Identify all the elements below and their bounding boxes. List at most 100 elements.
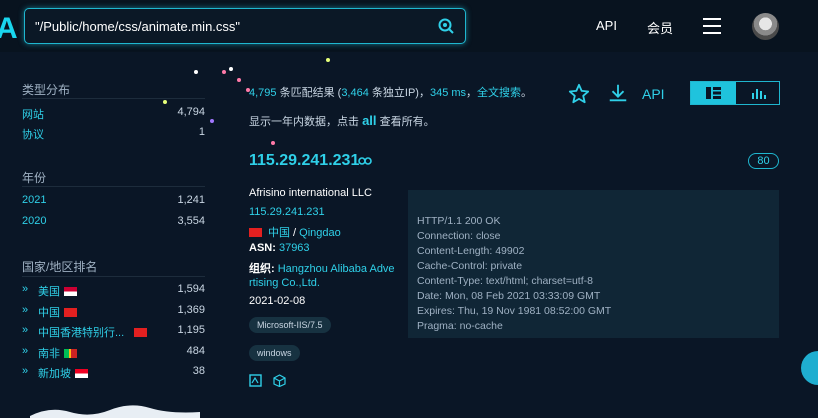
chevron-right-icon: » <box>22 365 29 377</box>
asn-link[interactable]: 37963 <box>279 242 310 254</box>
note-text: 显示一年内数据，点击 <box>249 116 363 128</box>
http-banner: HTTP/1.1 200 OK Connection: close Conten… <box>408 190 779 338</box>
fulltext-search-link[interactable]: 全文搜索 <box>477 87 521 99</box>
country-ranking-title: 国家/地区排名 <box>22 260 98 274</box>
chevron-right-icon: » <box>22 324 29 336</box>
result-ip[interactable]: 115.29.241.231 <box>249 152 359 170</box>
list-icon <box>706 87 721 99</box>
sidebar-item-sg[interactable]: » 新加坡 38 <box>22 365 205 381</box>
note-text: 查看所有。 <box>376 116 435 128</box>
chart-view-button[interactable] <box>736 82 780 104</box>
org-info: 组织: Hangzhou Alibaba Adve <box>249 260 395 276</box>
sidebar-item-count: 1,369 <box>177 304 205 316</box>
hk-flag-icon <box>134 328 148 337</box>
particle <box>222 70 226 74</box>
sidebar-item-protocol[interactable]: 协议 1 <box>22 126 205 142</box>
banner-line: Date: Mon, 08 Feb 2021 03:33:09 GMT <box>417 290 601 302</box>
location-separator: / <box>290 227 300 239</box>
sg-flag-icon <box>75 369 88 378</box>
summary-text: ， <box>466 87 478 99</box>
search-input[interactable]: "/Public/home/css/animate.min.css" <box>35 19 240 34</box>
year-title: 年份 <box>22 171 47 185</box>
ip-link[interactable]: 115.29.241.231 <box>249 206 325 218</box>
sidebar-item-label: 南非 <box>38 348 60 360</box>
chevron-right-icon: » <box>22 345 29 357</box>
summary-text: 。 <box>521 87 533 99</box>
search-icon[interactable] <box>437 17 455 35</box>
search-box[interactable]: "/Public/home/css/animate.min.css" <box>24 8 466 44</box>
divider <box>22 276 205 277</box>
chevron-right-icon: » <box>22 283 29 295</box>
nav-api[interactable]: API <box>596 18 617 33</box>
result-count: 4,795 <box>249 87 277 99</box>
sidebar-item-za[interactable]: » 南非 484 <box>22 345 205 361</box>
banner-line: Expires: Thu, 19 Nov 1981 08:52:00 GMT <box>417 305 612 317</box>
type-distribution-title: 类型分布 <box>22 83 71 97</box>
result-summary: 4,795 条匹配结果 (3,464 条独立IP)，345 ms，全文搜索。 <box>249 84 532 100</box>
country-link[interactable]: 中国 <box>268 227 290 239</box>
sidebar-item-count: 1 <box>198 126 205 138</box>
sidebar-item-2021[interactable]: 2021 1,241 <box>22 194 205 210</box>
city-link[interactable]: Qingdao <box>299 227 341 239</box>
nav-member[interactable]: 会员 <box>647 18 673 37</box>
tag-os[interactable]: windows <box>249 345 300 361</box>
show-all-link[interactable]: all <box>362 113 376 128</box>
result-date: 2021-02-08 <box>249 295 306 307</box>
asn-label: ASN: <box>249 242 279 254</box>
particle <box>163 100 167 104</box>
cube-icon[interactable] <box>273 374 286 387</box>
particle <box>326 58 330 62</box>
view-toggle[interactable] <box>690 81 780 105</box>
organization: Afrisino international LLC <box>249 187 372 199</box>
link-icon[interactable] <box>358 156 372 166</box>
tag-server[interactable]: Microsoft-IIS/7.5 <box>249 317 331 333</box>
logo[interactable]: A <box>0 12 18 46</box>
org-label: 组织: <box>249 263 278 275</box>
port-badge[interactable]: 80 <box>748 153 779 169</box>
sidebar-item-count: 38 <box>192 365 205 377</box>
cn-flag-icon <box>249 228 262 237</box>
menu-icon[interactable] <box>703 18 721 34</box>
sidebar-item-2020[interactable]: 2020 3,554 <box>22 215 205 231</box>
bar-chart-icon <box>752 89 766 99</box>
avatar[interactable] <box>752 13 779 40</box>
world-map <box>30 405 200 418</box>
org-link[interactable]: Hangzhou Alibaba Adve <box>278 263 395 275</box>
sidebar-item-hk[interactable]: » 中国香港特别行... 1,195 <box>22 324 205 340</box>
us-flag-icon <box>64 287 77 296</box>
certificate-icon[interactable] <box>249 374 262 387</box>
feedback-button[interactable] <box>801 351 818 385</box>
za-flag-icon <box>64 349 77 358</box>
sidebar-item-website[interactable]: 网站 4,794 <box>22 106 205 122</box>
sidebar-item-label: 2020 <box>22 215 47 227</box>
particle <box>194 70 198 74</box>
summary-text: 条独立IP)， <box>368 87 430 99</box>
sidebar-item-count: 484 <box>186 345 205 357</box>
divider <box>22 98 205 99</box>
sidebar-item-label: 中国 <box>38 307 60 319</box>
banner-line: HTTP/1.1 200 OK <box>417 215 501 227</box>
sidebar-item-count: 1,594 <box>177 283 205 295</box>
sidebar-item-us[interactable]: » 美国 1,594 <box>22 283 205 299</box>
list-view-button[interactable] <box>691 82 736 104</box>
banner-line: Pragma: no-cache <box>417 320 503 332</box>
sidebar-item-label: 协议 <box>22 129 44 141</box>
sidebar-item-label: 美国 <box>38 286 60 298</box>
download-icon[interactable] <box>607 82 629 104</box>
org-link-cont[interactable]: rtising Co.,Ltd. <box>249 277 320 289</box>
banner-line: Content-Type: text/html; charset=utf-8 <box>417 275 593 287</box>
summary-text: 条匹配结果 ( <box>276 87 342 99</box>
sidebar-item-count: 1,241 <box>177 194 205 206</box>
location: 中国 / Qingdao <box>249 224 341 240</box>
particle <box>210 119 214 123</box>
top-bar: A "/Public/home/css/animate.min.css" API… <box>0 0 818 52</box>
sidebar-item-label: 网站 <box>22 109 44 121</box>
api-button[interactable]: API <box>642 86 665 102</box>
particle <box>271 141 275 145</box>
sidebar-item-cn[interactable]: » 中国 1,369 <box>22 304 205 320</box>
star-icon[interactable] <box>568 83 590 105</box>
cn-flag-icon <box>64 308 77 317</box>
unique-ip-count: 3,464 <box>341 87 369 99</box>
asn: ASN: 37963 <box>249 242 310 254</box>
divider <box>22 186 205 187</box>
